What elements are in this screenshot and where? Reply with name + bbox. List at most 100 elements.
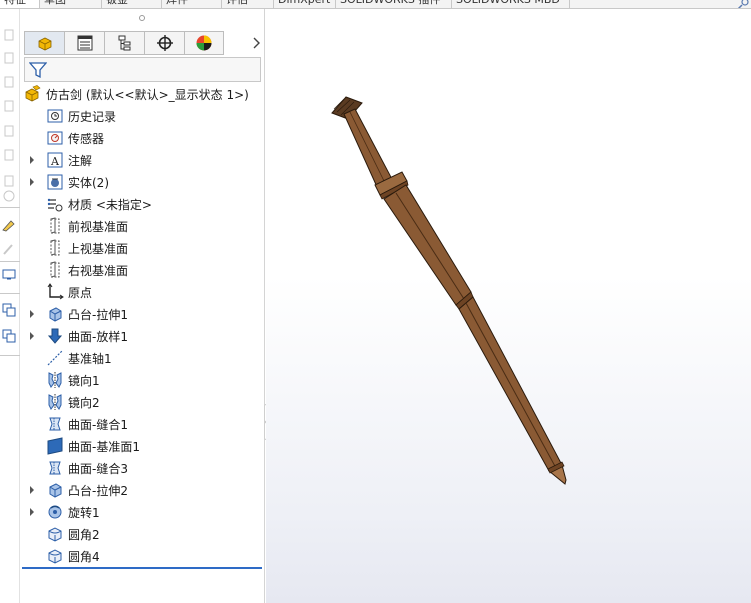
- planar-surface-icon: [46, 437, 64, 455]
- tree-item[interactable]: 前视基准面: [46, 215, 128, 237]
- solid-bodies-icon: [46, 173, 64, 191]
- faded-tool-icon[interactable]: [2, 28, 16, 42]
- filter-funnel-icon: [29, 62, 47, 79]
- origin-icon: [46, 283, 64, 301]
- axis-icon: [46, 349, 64, 367]
- configurationmanager-tab[interactable]: [104, 31, 144, 55]
- paste-tool-icon[interactable]: [2, 329, 16, 343]
- expand-arrow-icon[interactable]: [28, 178, 36, 186]
- tree-item-label: 材质 <未指定>: [68, 197, 152, 212]
- fillet-icon: [46, 525, 64, 543]
- left-tool-strip: [0, 9, 20, 603]
- tree-item-label: 注解: [68, 153, 93, 168]
- search-commands-icon[interactable]: [736, 0, 750, 9]
- faded-tool-icon[interactable]: [2, 99, 16, 113]
- strip-divider: [0, 293, 20, 294]
- strip-divider: [0, 355, 20, 356]
- tree-item-label: 历史记录: [68, 109, 117, 124]
- faded-tool-icon[interactable]: [2, 242, 16, 256]
- faded-tool-icon[interactable]: [2, 124, 16, 138]
- tree-item-label: 凸台-拉伸1: [68, 307, 128, 322]
- tree-item[interactable]: 凸台-拉伸2: [46, 479, 128, 501]
- faded-tool-icon[interactable]: [2, 75, 16, 89]
- faded-tool-icon[interactable]: [2, 51, 16, 65]
- boss-extrude-icon: [46, 305, 64, 323]
- tab-evaluate[interactable]: 评估: [222, 0, 274, 8]
- display-tool-icon[interactable]: [2, 268, 16, 282]
- tree-item[interactable]: 旋转1: [46, 501, 100, 523]
- tab-sheet-metal[interactable]: 钣金: [102, 0, 162, 8]
- expand-arrow-icon[interactable]: [28, 486, 36, 494]
- tree-item-label: 曲面-放样1: [68, 329, 128, 344]
- feature-manager-panel: 仿古剑 (默认<<默认>_显示状态 1>) 历史记录传感器 A 注解实体(2) 材质 …: [20, 9, 265, 603]
- tree-item[interactable]: A 注解: [46, 149, 92, 171]
- tree-item[interactable]: 曲面-放样1: [46, 325, 128, 347]
- tree-item[interactable]: 右视基准面: [46, 259, 128, 281]
- annotation-icon: A: [46, 151, 64, 169]
- panel-grip-handle[interactable]: [139, 15, 145, 21]
- rollback-bar[interactable]: [22, 567, 262, 569]
- tree-item[interactable]: 历史记录: [46, 105, 116, 127]
- expand-arrow-icon[interactable]: [28, 156, 36, 164]
- graphics-area[interactable]: [266, 9, 751, 603]
- surface-loft-icon: [46, 327, 64, 345]
- tree-item[interactable]: 曲面-缝合1: [46, 413, 128, 435]
- surface-knit-icon: [46, 459, 64, 477]
- tree-item[interactable]: 圆角4: [46, 545, 100, 567]
- plane-icon: [46, 239, 64, 257]
- tree-item-label: 右视基准面: [68, 263, 129, 278]
- featuremanager-tab[interactable]: [24, 31, 64, 55]
- tab-weldments[interactable]: 焊件: [162, 0, 222, 8]
- faded-tool-icon[interactable]: [2, 174, 16, 188]
- tree-item-label: 曲面-缝合1: [68, 417, 128, 432]
- more-tabs-button[interactable]: [249, 31, 263, 55]
- sword-model[interactable]: [266, 9, 751, 603]
- tree-item[interactable]: 镜向1: [46, 369, 100, 391]
- tree-item[interactable]: 上视基准面: [46, 237, 128, 259]
- fillet-icon: [46, 547, 64, 565]
- tree-item[interactable]: 镜向2: [46, 391, 100, 413]
- tree-item-label: 基准轴1: [68, 351, 112, 366]
- copy-tool-icon[interactable]: [2, 303, 16, 317]
- boss-extrude-icon: [46, 481, 64, 499]
- material-icon: [46, 195, 64, 213]
- tab-sketch[interactable]: 草图: [40, 0, 102, 8]
- tree-item[interactable]: 实体(2): [46, 171, 109, 193]
- chevron-right-icon: [253, 37, 260, 49]
- tree-item-label: 实体(2): [68, 175, 109, 190]
- expand-arrow-icon[interactable]: [28, 508, 36, 516]
- tree-item[interactable]: 曲面-基准面1: [46, 435, 140, 457]
- propertymanager-tab[interactable]: [64, 31, 104, 55]
- tree-item-label: 曲面-基准面1: [68, 439, 140, 454]
- tab-solidworks-addins[interactable]: SOLIDWORKS 插件: [336, 0, 452, 8]
- tree-item[interactable]: 凸台-拉伸1: [46, 303, 128, 325]
- property-list-icon: [77, 35, 92, 51]
- tree-item-label: 上视基准面: [68, 241, 129, 256]
- tree-item[interactable]: 材质 <未指定>: [46, 193, 152, 215]
- sketch-edit-icon[interactable]: [2, 218, 16, 232]
- display-manager-tab[interactable]: [184, 31, 224, 55]
- plane-icon: [46, 261, 64, 279]
- tree-item-label: 前视基准面: [68, 219, 129, 234]
- tree-filter[interactable]: [24, 57, 261, 82]
- tree-item[interactable]: 曲面-缝合3: [46, 457, 128, 479]
- faded-tool-icon[interactable]: [2, 189, 16, 203]
- faded-tool-icon[interactable]: [2, 148, 16, 162]
- tree-item-label: 圆角2: [68, 527, 100, 542]
- tab-features[interactable]: 特征: [0, 0, 40, 8]
- tree-item-label: 旋转1: [68, 505, 100, 520]
- part-icon: [24, 85, 42, 103]
- tree-item[interactable]: 原点: [46, 281, 92, 303]
- dimxpert-tab[interactable]: [144, 31, 184, 55]
- tab-solidworks-mbd[interactable]: SOLIDWORKS MBD: [452, 0, 570, 8]
- tree-item[interactable]: 基准轴1: [46, 347, 112, 369]
- tab-dimxpert[interactable]: DimXpert: [274, 0, 336, 8]
- crosshair-icon: [156, 35, 173, 51]
- tree-item[interactable]: 传感器: [46, 127, 104, 149]
- expand-arrow-icon[interactable]: [28, 310, 36, 318]
- expand-arrow-icon[interactable]: [28, 332, 36, 340]
- configuration-icon: [118, 35, 130, 51]
- appearance-sphere-icon: [196, 35, 212, 51]
- tree-item[interactable]: 圆角2: [46, 523, 100, 545]
- tree-root-part[interactable]: 仿古剑 (默认<<默认>_显示状态 1>): [24, 83, 249, 105]
